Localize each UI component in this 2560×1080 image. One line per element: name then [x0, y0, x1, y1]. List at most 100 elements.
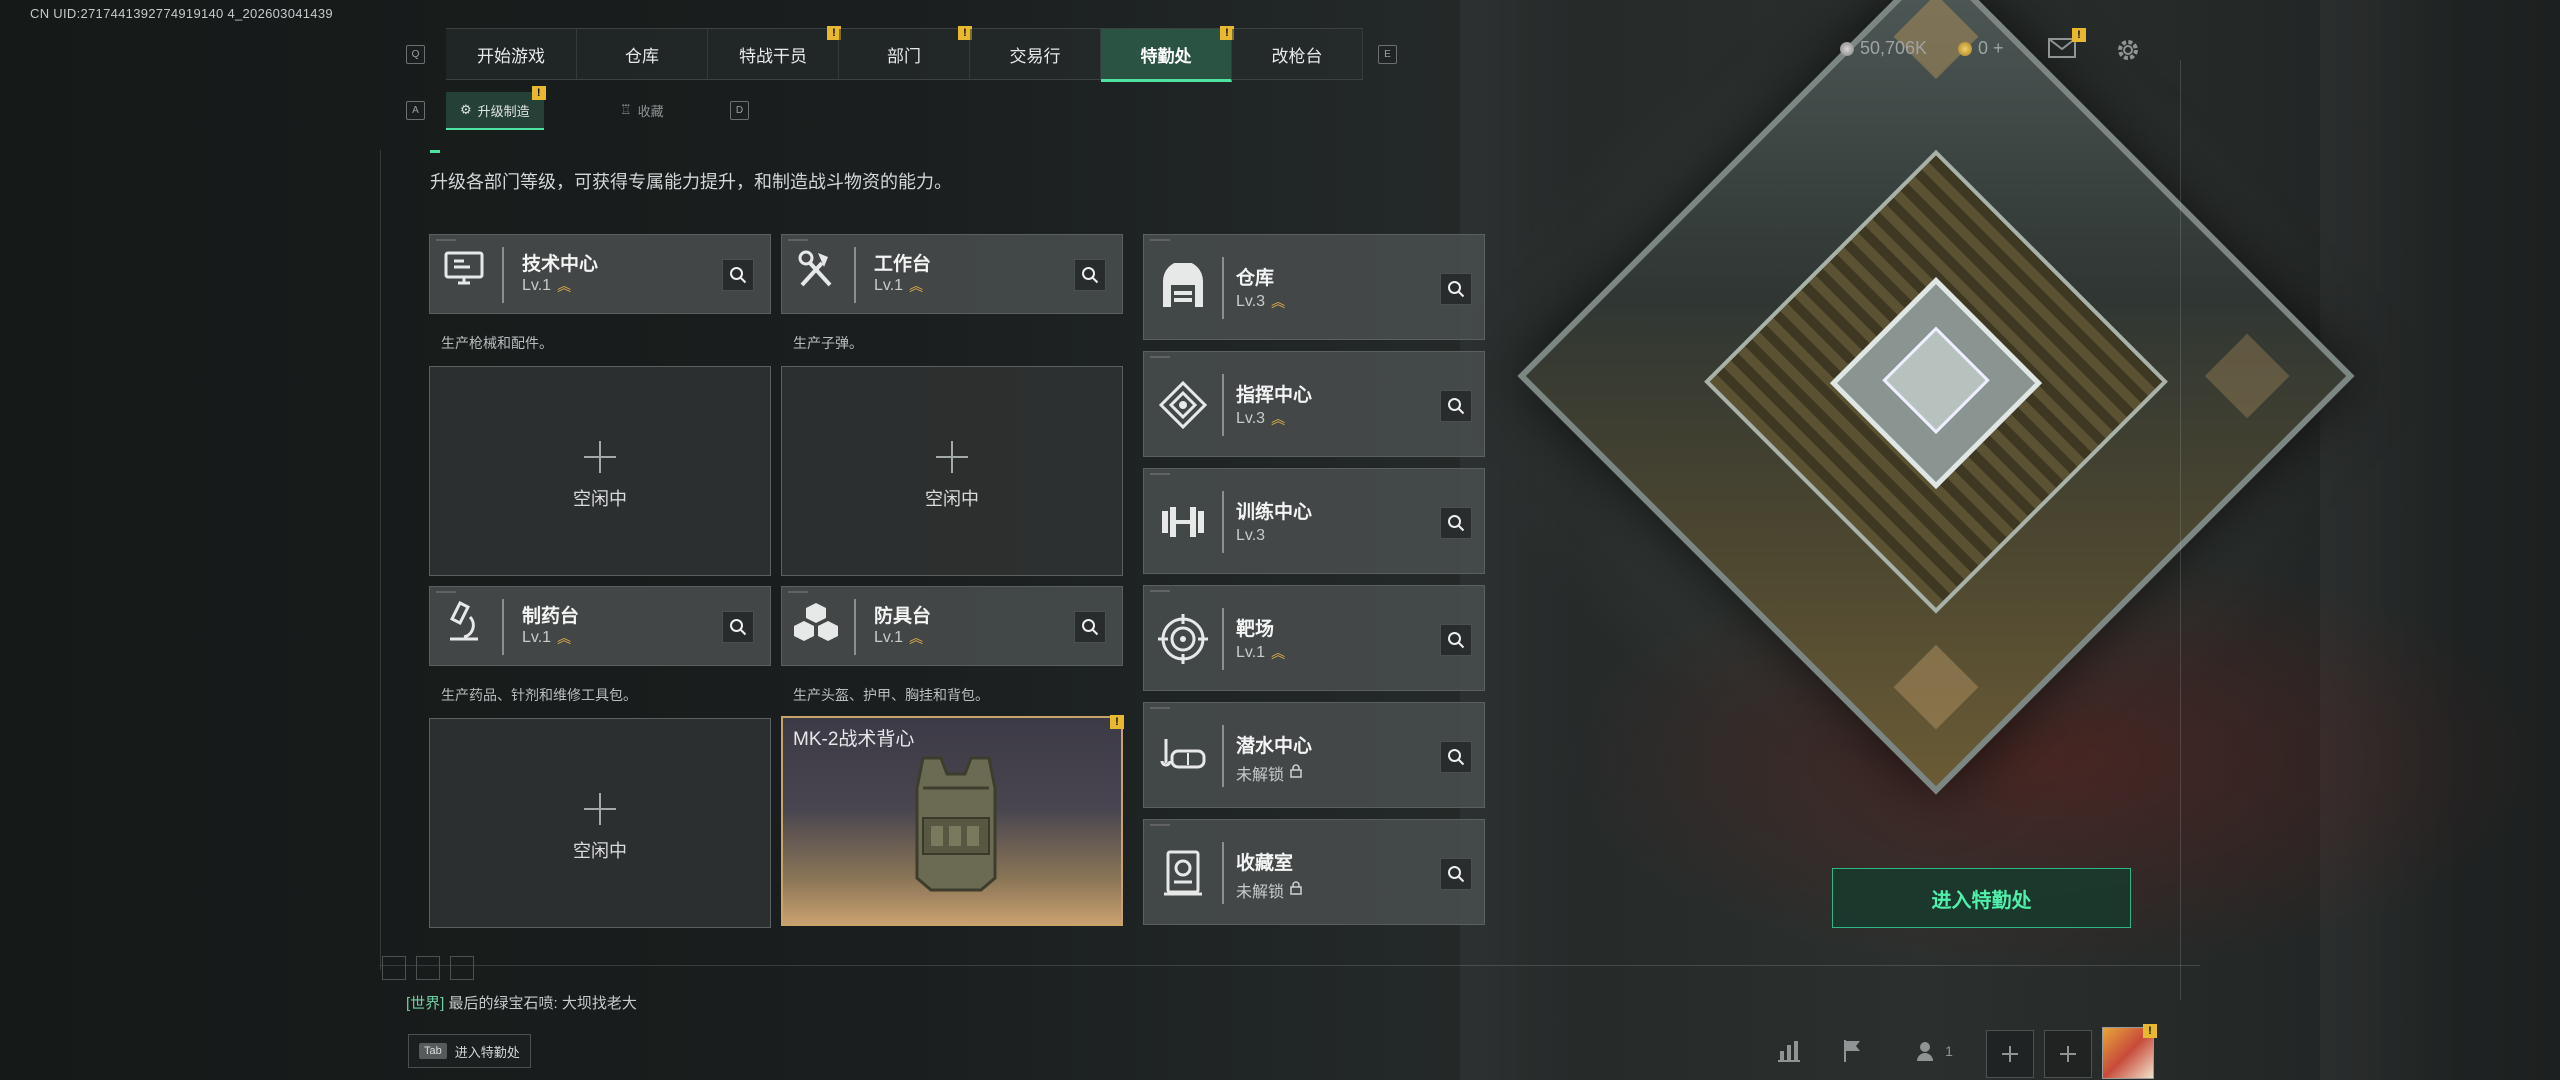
- coin-balance[interactable]: 50,706K: [1840, 38, 1927, 59]
- production-slot-idle[interactable]: 空闲中: [781, 366, 1123, 576]
- search-icon: [1082, 267, 1099, 284]
- tab-start-game[interactable]: 开始游戏: [446, 29, 577, 79]
- notification-badge: !: [1110, 715, 1124, 729]
- chat-text: 大坝找老大: [561, 995, 637, 1012]
- chat-filter-box[interactable]: [416, 956, 440, 980]
- search-button[interactable]: [1440, 507, 1472, 539]
- player-avatar[interactable]: !: [2102, 1024, 2157, 1079]
- search-icon: [1448, 398, 1465, 415]
- wrench-icon: ⚙: [460, 102, 472, 117]
- tab-label: 特战干员: [739, 46, 807, 66]
- production-slot-crafting[interactable]: MK-2战术背心 !: [781, 715, 1124, 926]
- stats-button[interactable]: [1770, 1032, 1808, 1070]
- search-icon: [1448, 749, 1465, 766]
- search-button[interactable]: [1440, 858, 1472, 890]
- tab-special-ops[interactable]: 特勤处!: [1101, 26, 1234, 82]
- upgrade-chevron-icon: ︽: [1271, 645, 1286, 661]
- facility-warehouse[interactable]: 仓库 Lv.3 ︽: [1143, 234, 1485, 340]
- workshop-workbench[interactable]: 工作台 Lv.1 ︽: [781, 234, 1123, 314]
- search-button[interactable]: [722, 259, 754, 291]
- upgrade-chevron-icon: ︽: [557, 630, 572, 646]
- facility-command-center[interactable]: 指挥中心 Lv.3 ︽: [1143, 351, 1485, 457]
- warehouse-icon: [1163, 263, 1203, 307]
- add-icon: [584, 793, 616, 825]
- tab-label: 部门: [887, 46, 921, 66]
- tactical-vest-image: [915, 756, 997, 892]
- level-text: Lv.1: [522, 277, 552, 294]
- chat-channel: [世界]: [406, 995, 445, 1012]
- mail-button[interactable]: !: [2048, 28, 2086, 60]
- add-icon: [584, 441, 616, 473]
- search-icon: [1448, 632, 1465, 649]
- facility-diving-center[interactable]: 潜水中心 未解锁: [1143, 702, 1485, 808]
- facility-collection-room[interactable]: 收藏室 未解锁: [1143, 819, 1485, 925]
- section-accent: [430, 150, 440, 153]
- facility-training-center[interactable]: 训练中心 Lv.3: [1143, 468, 1485, 574]
- settings-button[interactable]: [2114, 36, 2142, 64]
- chat-filter-box[interactable]: [450, 956, 474, 980]
- tab-label: 升级制造: [477, 103, 530, 119]
- workshop-tech-center[interactable]: 技术中心 Lv.1 ︽: [429, 234, 771, 314]
- ticket-icon: [1958, 41, 1972, 56]
- tab-operators[interactable]: 特战干员!: [708, 26, 841, 79]
- upgrade-chevron-icon: ︽: [909, 278, 924, 294]
- tab-gunsmith[interactable]: 改枪台: [1232, 29, 1363, 79]
- main-nav: 开始游戏 仓库 特战干员! 部门! 交易行 特勤处! 改枪台: [446, 26, 1363, 82]
- ticket-balance[interactable]: 0 +: [1958, 38, 2004, 59]
- tab-label: 仓库: [625, 46, 659, 66]
- level-text: Lv.1: [522, 629, 552, 646]
- enter-special-ops-button[interactable]: 进入特勤处: [1832, 868, 2131, 928]
- tab-trading[interactable]: 交易行: [970, 29, 1101, 79]
- tab-warehouse[interactable]: 仓库: [577, 29, 708, 79]
- subnav-next-key-hint: D: [730, 101, 749, 120]
- search-button[interactable]: [1440, 624, 1472, 656]
- facility-lock-status: 未解锁: [1236, 878, 1302, 902]
- dumbbell-icon: [1162, 507, 1204, 537]
- facility-level: Lv.3 ︽: [1236, 410, 1285, 428]
- lock-icon: [1290, 880, 1302, 900]
- crafting-item-name: MK-2战术背心: [793, 729, 915, 750]
- ticket-amount: 0 +: [1978, 38, 2004, 58]
- team-flag-button[interactable]: [1834, 1032, 1872, 1070]
- search-icon: [730, 619, 747, 636]
- enter-special-ops-hint[interactable]: Tab 进入特勤处: [408, 1034, 531, 1068]
- friends-count: 1: [1945, 1043, 1953, 1059]
- search-button[interactable]: [1074, 259, 1106, 291]
- trophy-icon: ♖: [620, 102, 632, 117]
- chat-message[interactable]: [世界] 最后的绿宝石喷: 大坝找老大: [406, 992, 637, 1013]
- upgrade-chevron-icon: ︽: [557, 278, 572, 294]
- player-uid: CN UID:2717441392774919140 4_20260304143…: [30, 6, 333, 21]
- search-button[interactable]: [1074, 611, 1106, 643]
- production-slot-idle[interactable]: 空闲中: [429, 366, 771, 576]
- facility-name: 收藏室: [1236, 853, 1294, 874]
- workshop-armor-bench[interactable]: 防具台 Lv.1 ︽: [781, 586, 1123, 666]
- friends-button[interactable]: 1: [1904, 1032, 1964, 1070]
- invite-slot-button[interactable]: [2044, 1030, 2092, 1078]
- notification-badge: !: [2072, 28, 2086, 42]
- chat-filter-box[interactable]: [382, 956, 406, 980]
- invite-slot-button[interactable]: [1986, 1030, 2034, 1078]
- level-text: Lv.3: [1236, 293, 1266, 310]
- workshop-level: Lv.1 ︽: [522, 277, 571, 295]
- microscope-icon: [449, 600, 478, 641]
- facility-name: 指挥中心: [1236, 385, 1313, 406]
- search-button[interactable]: [1440, 390, 1472, 422]
- friends-icon: [1917, 1042, 1934, 1061]
- search-button[interactable]: [722, 611, 754, 643]
- tab-departments[interactable]: 部门!: [839, 26, 972, 79]
- tab-key-hint: Tab: [419, 1043, 447, 1059]
- search-button[interactable]: [1440, 741, 1472, 773]
- facility-name: 仓库: [1236, 268, 1275, 289]
- level-text: Lv.3: [1236, 527, 1266, 544]
- facility-level: Lv.3 ︽: [1236, 293, 1285, 311]
- production-slot-idle[interactable]: 空闲中: [429, 718, 771, 928]
- tab-collection[interactable]: ♖ 收藏: [606, 92, 678, 128]
- coin-amount: 50,706K: [1860, 38, 1928, 58]
- tab-upgrade-craft[interactable]: ⚙ 升级制造 !: [446, 86, 546, 130]
- facility-shooting-range[interactable]: 靶场 Lv.1 ︽: [1143, 585, 1485, 691]
- tools-icon: [798, 250, 832, 287]
- workshop-pharmacy[interactable]: 制药台 Lv.1 ︽: [429, 586, 771, 666]
- lock-text: 未解锁: [1236, 767, 1285, 784]
- search-button[interactable]: [1440, 273, 1472, 305]
- level-text: Lv.1: [874, 277, 904, 294]
